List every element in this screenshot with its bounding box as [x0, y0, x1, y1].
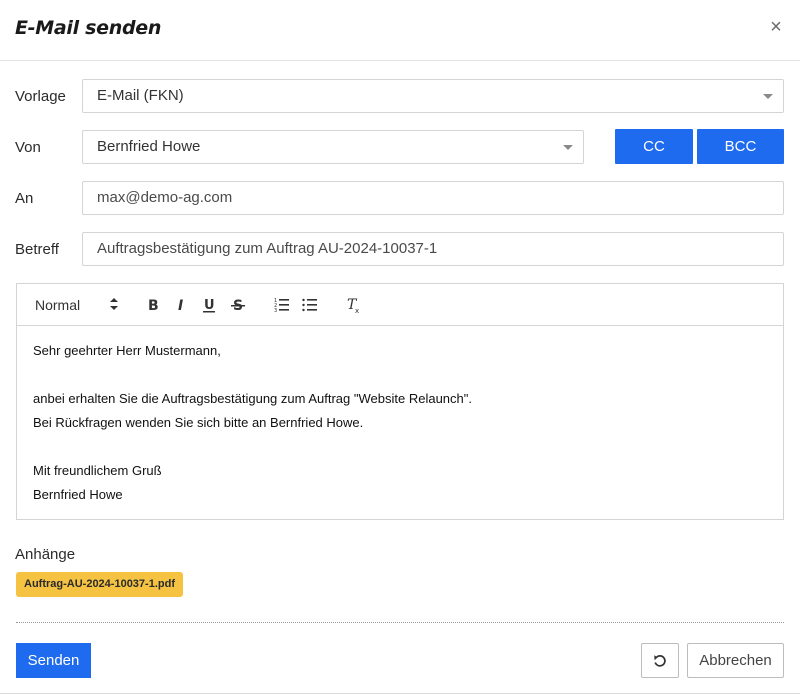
from-label: Von: [15, 139, 41, 156]
bottom-border: [0, 693, 800, 694]
ordered-list-icon[interactable]: 1 2 3: [274, 296, 290, 314]
dialog-header: E-Mail senden ×: [0, 0, 800, 61]
underline-icon[interactable]: U: [201, 296, 217, 314]
svg-text:B: B: [148, 298, 159, 314]
template-select-value: E-Mail (FKN): [97, 87, 184, 104]
select-arrows-icon[interactable]: [109, 296, 119, 312]
editor-toolbar: Normal B I U S 1 2 3 T x: [17, 284, 783, 326]
from-select[interactable]: Bernfried Howe: [82, 130, 584, 164]
send-button[interactable]: Senden: [16, 643, 91, 678]
reset-button[interactable]: [641, 643, 679, 678]
bold-icon[interactable]: B: [145, 296, 161, 314]
chevron-down-icon: [563, 145, 573, 150]
rich-text-editor[interactable]: Normal B I U S 1 2 3 T x Sehr geehrter H…: [16, 283, 784, 520]
close-icon: ×: [770, 16, 782, 38]
close-button[interactable]: ×: [768, 16, 784, 38]
svg-text:3: 3: [274, 308, 277, 314]
from-select-value: Bernfried Howe: [97, 138, 201, 155]
svg-text:x: x: [355, 307, 359, 314]
editor-line: Sehr geehrter Herr Mustermann,: [33, 343, 221, 358]
italic-icon[interactable]: I: [174, 296, 190, 314]
editor-line: Bei Rückfragen wenden Sie sich bitte an …: [33, 415, 364, 430]
editor-content[interactable]: Sehr geehrter Herr Mustermann, anbei erh…: [33, 342, 773, 510]
format-select[interactable]: Normal: [35, 297, 80, 313]
subject-label: Betreff: [15, 241, 59, 258]
footer-separator: [16, 622, 784, 623]
cancel-button[interactable]: Abbrechen: [687, 643, 784, 678]
attachment-chip[interactable]: Auftrag-AU-2024-10037-1.pdf: [16, 572, 183, 597]
bcc-button[interactable]: BCC: [697, 129, 784, 164]
svg-text:I: I: [178, 298, 183, 314]
svg-text:U: U: [204, 298, 215, 313]
strikethrough-icon[interactable]: S: [230, 296, 246, 314]
template-select[interactable]: E-Mail (FKN): [82, 79, 784, 113]
dialog-title: E-Mail senden: [15, 17, 162, 39]
bullet-list-icon[interactable]: [302, 296, 318, 314]
editor-line: anbei erhalten Sie die Auftragsbestätigu…: [33, 391, 472, 406]
editor-line: Bernfried Howe: [33, 487, 123, 502]
editor-line: Mit freundlichem Gruß: [33, 463, 162, 478]
template-label: Vorlage: [15, 88, 66, 105]
undo-icon: [654, 655, 666, 667]
to-input[interactable]: max@demo-ag.com: [82, 181, 784, 215]
cc-button[interactable]: CC: [615, 129, 693, 164]
clear-format-icon[interactable]: T x: [346, 296, 362, 314]
subject-input[interactable]: Auftragsbestätigung zum Auftrag AU-2024-…: [82, 232, 784, 266]
chevron-down-icon: [763, 94, 773, 99]
attachments-label: Anhänge: [15, 546, 76, 563]
to-label: An: [15, 190, 34, 207]
